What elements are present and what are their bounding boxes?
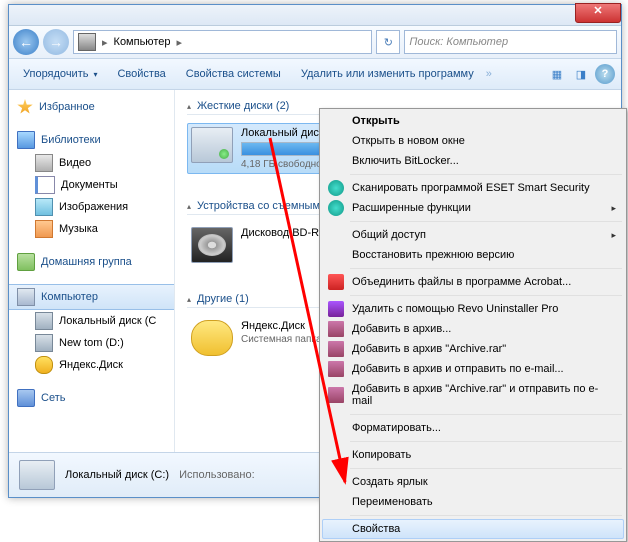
status-drive-name: Локальный диск (C:) [65, 469, 169, 481]
sidebar-homegroup[interactable]: Домашняя группа [9, 250, 174, 274]
ctx-advanced[interactable]: Расширенные функции [322, 198, 624, 218]
ctx-add-rar[interactable]: Добавить в архив "Archive.rar" [322, 339, 624, 359]
ctx-add-email[interactable]: Добавить в архив и отправить по e-mail..… [322, 359, 624, 379]
chevron-right-icon: ▸ [102, 36, 108, 49]
separator [350, 441, 622, 442]
sidebar-documents[interactable]: Документы [9, 174, 174, 196]
view-button[interactable]: ▦ [547, 64, 567, 84]
sidebar-pictures[interactable]: Изображения [9, 196, 174, 218]
yandex-icon [191, 320, 233, 356]
ctx-shortcut[interactable]: Создать ярлык [322, 472, 624, 492]
drive-icon [35, 334, 53, 352]
ctx-copy[interactable]: Копировать [322, 445, 624, 465]
context-menu: Открыть Открыть в новом окне Включить Bi… [319, 108, 627, 542]
separator [350, 268, 622, 269]
star-icon [17, 99, 33, 115]
rar-icon [328, 387, 344, 403]
drive-icon [35, 312, 53, 330]
rar-icon [328, 321, 344, 337]
status-used-label: Использовано: [179, 469, 255, 481]
chevron-right-icon: ▸ [176, 36, 182, 49]
toolbar: Упорядочить Свойства Свойства системы Уд… [9, 59, 621, 90]
library-icon [17, 131, 35, 149]
yandex-icon [35, 356, 53, 374]
breadcrumb-label: Компьютер [114, 36, 171, 48]
search-input[interactable]: Поиск: Компьютер [404, 30, 617, 54]
forward-button[interactable]: → [43, 29, 69, 55]
homegroup-icon [17, 253, 35, 271]
bdrom-icon [191, 227, 233, 263]
sidebar-libraries[interactable]: Библиотеки [9, 128, 174, 152]
ctx-open[interactable]: Открыть [322, 111, 624, 131]
sidebar-drive-d[interactable]: New tom (D:) [9, 332, 174, 354]
search-placeholder: Поиск: Компьютер [409, 36, 508, 48]
ctx-acrobat[interactable]: Объединить файлы в программе Acrobat... [322, 272, 624, 292]
ctx-eset-scan[interactable]: Сканировать программой ESET Smart Securi… [322, 178, 624, 198]
help-button[interactable]: ? [595, 64, 615, 84]
uninstall-button[interactable]: Удалить или изменить программу [293, 64, 482, 84]
revo-icon [328, 301, 344, 317]
separator [350, 414, 622, 415]
drive-icon [19, 460, 55, 490]
ctx-format[interactable]: Форматировать... [322, 418, 624, 438]
video-icon [35, 154, 53, 172]
ctx-revo[interactable]: Удалить с помощью Revo Uninstaller Pro [322, 299, 624, 319]
ctx-open-new-window[interactable]: Открыть в новом окне [322, 131, 624, 151]
preview-pane-button[interactable]: ◨ [571, 64, 591, 84]
drive-icon [191, 127, 233, 163]
document-icon [35, 176, 55, 194]
eset-icon [328, 200, 344, 216]
separator [350, 174, 622, 175]
separator [350, 295, 622, 296]
ctx-add-rar-email[interactable]: Добавить в архив "Archive.rar" и отправи… [322, 379, 624, 411]
breadcrumb[interactable]: ▸ Компьютер ▸ [73, 30, 372, 54]
separator [350, 221, 622, 222]
system-properties-button[interactable]: Свойства системы [178, 64, 289, 84]
ctx-add-archive[interactable]: Добавить в архив... [322, 319, 624, 339]
organize-button[interactable]: Упорядочить [15, 64, 105, 84]
ctx-properties[interactable]: Свойства [322, 519, 624, 539]
properties-button[interactable]: Свойства [109, 64, 173, 84]
sidebar-yandex[interactable]: Яндекс.Диск [9, 354, 174, 376]
computer-icon [17, 288, 35, 306]
back-button[interactable]: ← [13, 29, 39, 55]
eset-icon [328, 180, 344, 196]
picture-icon [35, 198, 53, 216]
acrobat-icon [328, 274, 344, 290]
sidebar-drive-c[interactable]: Локальный диск (C [9, 310, 174, 332]
separator [350, 468, 622, 469]
rar-icon [328, 341, 344, 357]
sidebar-videos[interactable]: Видео [9, 152, 174, 174]
titlebar: ✕ [9, 5, 621, 26]
ctx-bitlocker[interactable]: Включить BitLocker... [322, 151, 624, 171]
navbar: ← → ▸ Компьютер ▸ ↻ Поиск: Компьютер [9, 26, 621, 59]
sidebar: Избранное Библиотеки Видео Документы Изо… [9, 90, 175, 452]
sidebar-favorites[interactable]: Избранное [9, 96, 174, 118]
ctx-restore[interactable]: Восстановить прежнюю версию [322, 245, 624, 265]
sidebar-music[interactable]: Музыка [9, 218, 174, 240]
sidebar-network[interactable]: Сеть [9, 386, 174, 410]
rar-icon [328, 361, 344, 377]
close-button[interactable]: ✕ [575, 3, 621, 23]
toolbar-more[interactable]: » [486, 68, 492, 80]
ctx-share[interactable]: Общий доступ [322, 225, 624, 245]
refresh-button[interactable]: ↻ [376, 30, 400, 54]
ctx-rename[interactable]: Переименовать [322, 492, 624, 512]
separator [350, 515, 622, 516]
music-icon [35, 220, 53, 238]
network-icon [17, 389, 35, 407]
sidebar-computer[interactable]: Компьютер [9, 284, 174, 310]
computer-icon [78, 33, 96, 51]
